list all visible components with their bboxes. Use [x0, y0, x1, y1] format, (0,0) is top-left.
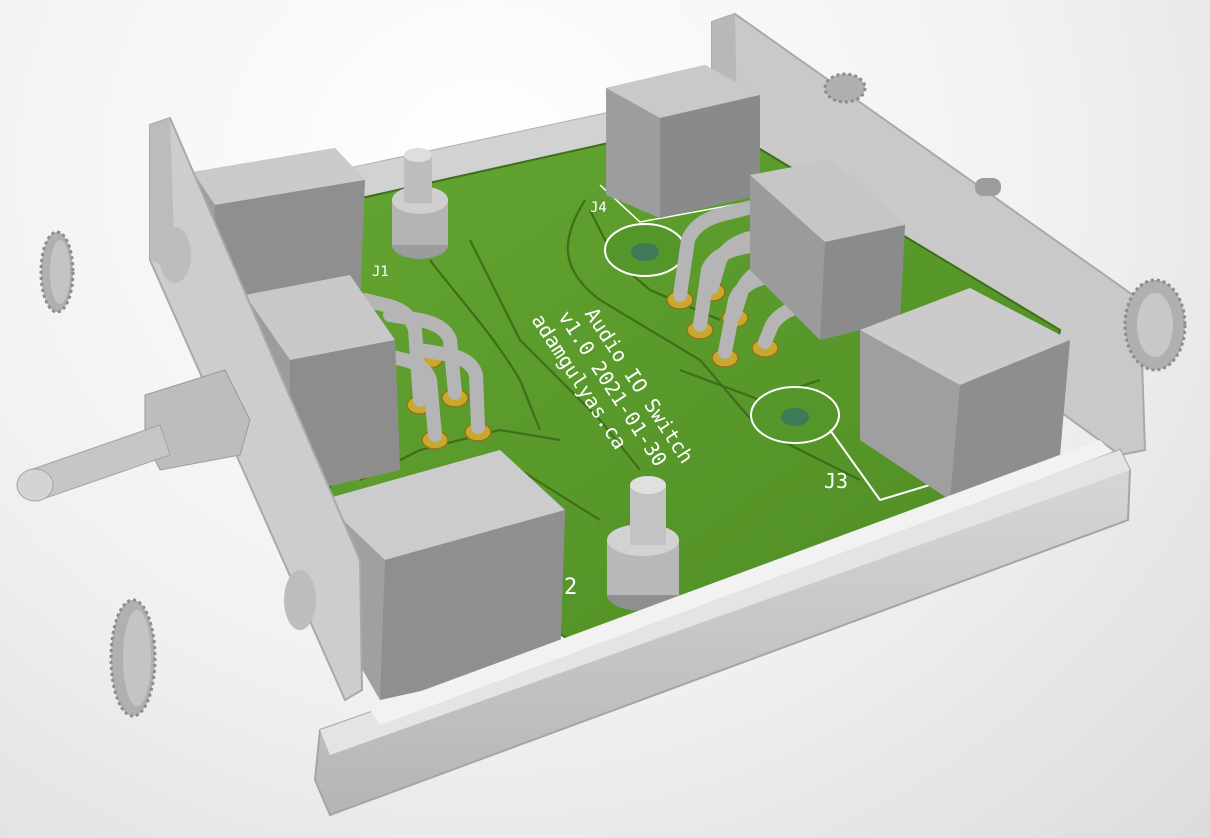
- pcb-3d-render: Audio IO Switch v1.0 2021-01-30 adamguly…: [16, 12, 1187, 817]
- refdes-j2: 2: [564, 575, 577, 600]
- refdes-j3: J3: [824, 469, 848, 493]
- refdes-j4: J4: [590, 200, 607, 216]
- thumb-screw: [1123, 278, 1187, 372]
- mounting-hole: [604, 223, 686, 277]
- thumb-screw: [823, 72, 867, 104]
- connector-j4: [606, 65, 760, 218]
- mounting-hole: [750, 386, 840, 444]
- thumb-screw: [39, 230, 75, 314]
- refdes-j1: J1: [372, 264, 389, 280]
- thumb-screw: [109, 598, 157, 718]
- switch-stub: [975, 178, 1001, 196]
